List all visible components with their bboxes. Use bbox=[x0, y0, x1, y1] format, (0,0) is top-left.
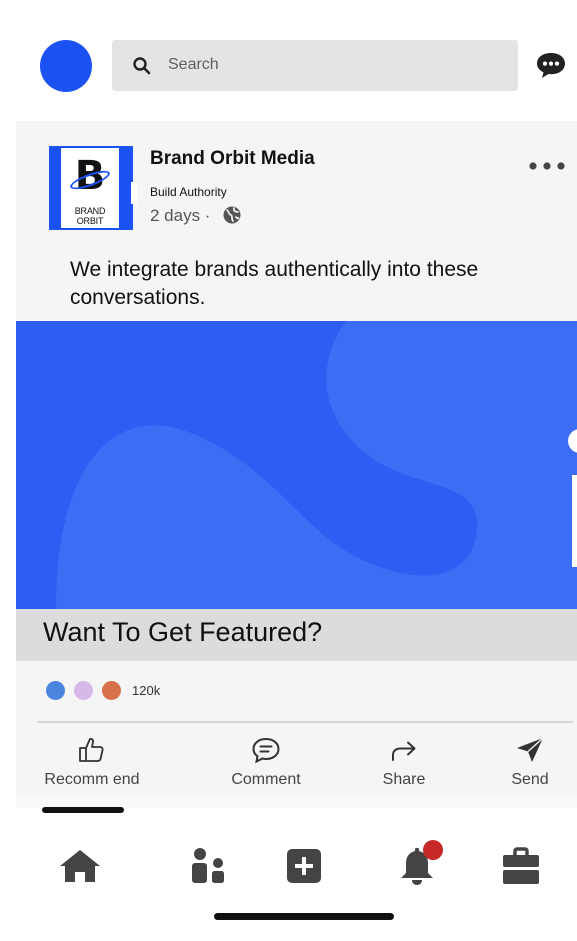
media-artwork bbox=[16, 321, 577, 609]
logo-wordmark: BRAND ORBIT bbox=[74, 206, 106, 226]
reaction-count: 120k bbox=[132, 683, 161, 698]
post-timestamp: 2 days · bbox=[150, 206, 211, 225]
send-button[interactable]: Send bbox=[498, 729, 562, 793]
recommend-button[interactable]: Recomm end bbox=[44, 729, 140, 793]
bottom-navigation bbox=[16, 830, 577, 910]
network-icon[interactable] bbox=[188, 846, 228, 886]
company-logo[interactable]: B BRAND ORBIT bbox=[49, 146, 137, 230]
scroll-indicator bbox=[42, 807, 124, 813]
feed-screen: Search B BRAND ORBIT Brand Orbit Media B… bbox=[16, 0, 577, 941]
thumbs-up-icon bbox=[79, 737, 104, 762]
comment-button[interactable]: Comment bbox=[218, 729, 314, 793]
send-icon bbox=[517, 737, 544, 762]
feed-post: B BRAND ORBIT Brand Orbit Media Build Au… bbox=[16, 121, 577, 796]
share-arrow-icon bbox=[392, 741, 416, 761]
search-bar[interactable]: Search bbox=[112, 40, 518, 91]
chat-bubble-icon[interactable] bbox=[535, 50, 567, 80]
post-add-icon[interactable] bbox=[286, 846, 322, 886]
recommend-label: Recomm end bbox=[44, 771, 140, 788]
logo-notch bbox=[131, 182, 137, 204]
more-options-icon[interactable] bbox=[527, 159, 567, 173]
comment-icon bbox=[252, 737, 280, 764]
media-caption-bar[interactable]: Want To Get Featured? bbox=[16, 609, 577, 661]
home-indicator bbox=[214, 913, 394, 920]
divider bbox=[37, 721, 573, 723]
post-author-name[interactable]: Brand Orbit Media bbox=[150, 148, 315, 170]
post-author-subtitle: Build Authority bbox=[150, 185, 227, 199]
post-media-image[interactable] bbox=[16, 321, 577, 609]
media-caption: Want To Get Featured? bbox=[43, 617, 323, 647]
profile-avatar[interactable] bbox=[40, 40, 92, 92]
home-icon[interactable] bbox=[58, 846, 102, 886]
share-button[interactable]: Share bbox=[368, 729, 440, 793]
comment-label: Comment bbox=[231, 771, 301, 788]
notification-badge bbox=[423, 840, 443, 860]
share-label: Share bbox=[382, 771, 426, 788]
search-placeholder: Search bbox=[168, 56, 219, 73]
send-label: Send bbox=[511, 771, 549, 788]
logo-panel: B BRAND ORBIT bbox=[61, 148, 119, 228]
post-body-text: We integrate brands authentically into t… bbox=[70, 258, 479, 309]
reaction-celebrate-icon bbox=[102, 681, 121, 700]
post-actions: Recomm end Comment Share Send bbox=[16, 729, 577, 793]
notifications-button[interactable] bbox=[399, 840, 445, 888]
reaction-like-icon bbox=[46, 681, 65, 700]
search-icon bbox=[133, 57, 151, 75]
jobs-icon[interactable] bbox=[502, 846, 540, 886]
reaction-love-icon bbox=[74, 681, 93, 700]
globe-icon bbox=[223, 206, 241, 224]
